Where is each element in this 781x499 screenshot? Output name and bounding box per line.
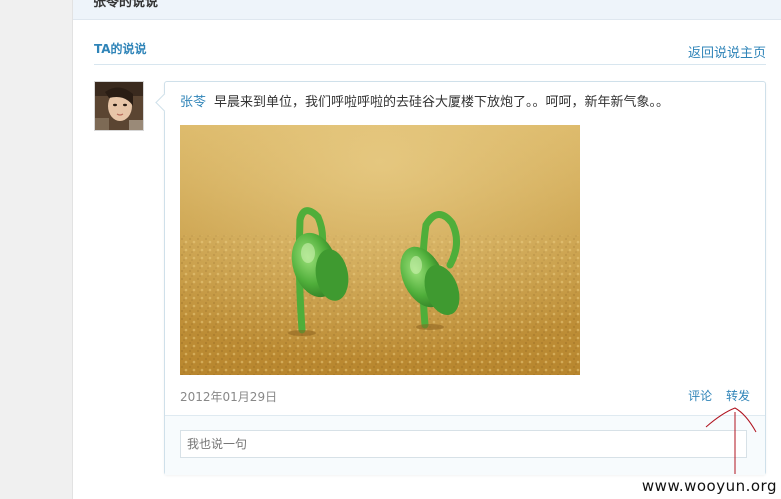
avatar-photo <box>95 82 143 130</box>
divider <box>94 64 766 65</box>
left-gutter <box>0 0 73 499</box>
author-link[interactable]: 张苓 <box>180 95 206 110</box>
reply-input[interactable] <box>180 430 747 458</box>
comment-link[interactable]: 评论 <box>688 389 712 403</box>
post-actions: 评论 转发 <box>678 387 750 404</box>
page-title: 张苓的说说 <box>93 0 159 10</box>
header-bar: 张苓的说说 <box>73 0 781 20</box>
forward-link[interactable]: 转发 <box>726 389 750 403</box>
post-date: 2012年01月29日 <box>180 390 278 404</box>
section-title: TA的说说 <box>94 42 147 56</box>
post-image[interactable] <box>180 125 580 375</box>
avatar[interactable] <box>94 81 144 131</box>
back-to-home-link[interactable]: 返回说说主页 <box>688 42 766 61</box>
reply-area <box>165 415 765 475</box>
main-panel: 张苓的说说 TA的说说 返回说说主页 张苓 早晨来到单位，我们呼啦呼啦的去硅谷大厦… <box>73 0 781 499</box>
watermark: www.wooyun.org <box>641 477 777 495</box>
post-line: 张苓 早晨来到单位，我们呼啦呼啦的去硅谷大厦楼下放炮了。。呵呵，新年新气象。。 <box>180 94 669 112</box>
post-text: 早晨来到单位，我们呼啦呼啦的去硅谷大厦楼下放炮了。。呵呵，新年新气象。。 <box>214 95 670 110</box>
seedling-photo <box>180 125 580 375</box>
post-card: 张苓早晨来到单位，我们呼啦呼啦的去硅谷大厦楼下放炮了。。呵呵，新年新气象。。 <box>164 81 766 475</box>
